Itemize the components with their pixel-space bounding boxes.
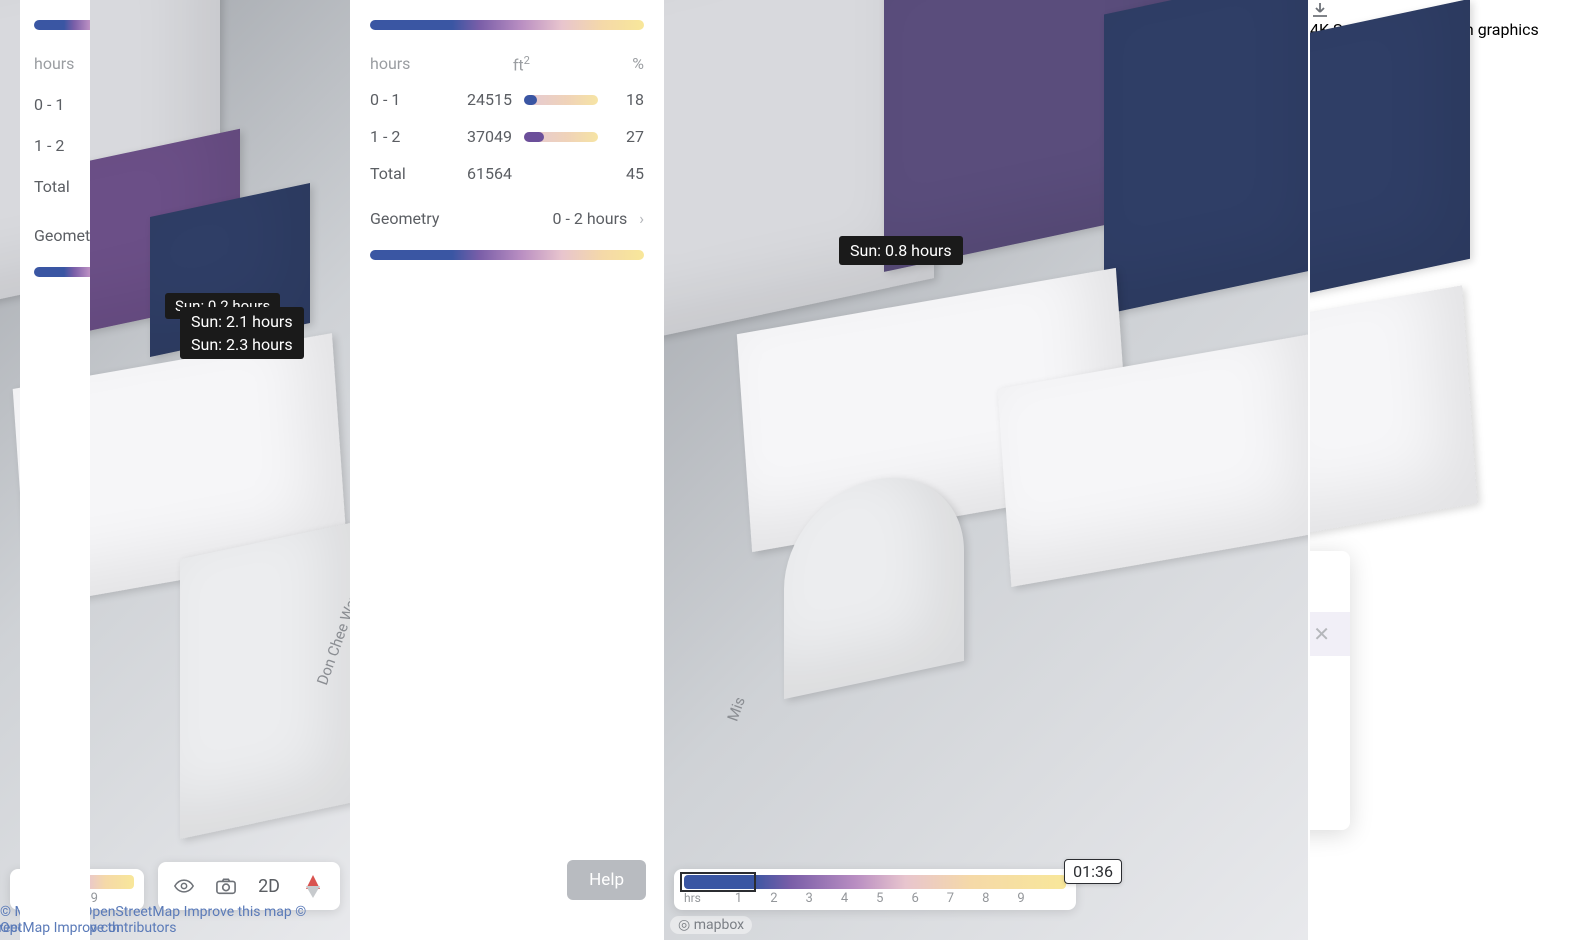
row-pct: 18 xyxy=(610,90,644,109)
time-chip: 01:36 xyxy=(1064,859,1122,884)
tick: 7 xyxy=(947,891,954,906)
help-button[interactable]: Help xyxy=(567,860,646,900)
mapbox-logo[interactable]: ◎ mapbox xyxy=(670,916,752,934)
tick: 4 xyxy=(841,891,848,906)
stats-panel: hours ft2 % 0 - 1 24515 18 1 - 2 37049 2… xyxy=(350,0,664,940)
stats-row: 1 - 2 37049 27 xyxy=(370,127,644,146)
eye-icon[interactable] xyxy=(174,876,194,896)
sun-tooltip: Sun: 0.8 hours xyxy=(839,236,963,265)
popover-title: Camera position xyxy=(1308,573,1350,612)
geometry-label: Geometry xyxy=(370,209,439,228)
stats-headers: hours ft2 % xyxy=(370,54,644,74)
sun-tooltip: Sun: 2.3 hours xyxy=(180,330,304,359)
tick: 1 xyxy=(735,891,742,906)
geometry-range: 0 - 2 hours xyxy=(553,209,628,228)
hours-scale-right[interactable]: hrs 1 2 3 4 5 6 7 8 9 01:36 xyxy=(674,869,1076,910)
col-ft: ft2 xyxy=(513,54,530,74)
row-bar xyxy=(524,95,598,105)
camera-position-popover: Camera position Top view ✕ Angle 1 xyxy=(1308,551,1350,830)
row-ft: 24515 xyxy=(442,90,512,109)
col-hours: hours xyxy=(34,54,90,73)
bottombar-far: 2D xyxy=(0,862,60,910)
camera-icon[interactable] xyxy=(216,876,236,896)
row-pct: 27 xyxy=(610,127,644,146)
stats-row: 0 - 1 24515 18 xyxy=(370,90,644,109)
save-camera-position[interactable]: Save camera position xyxy=(1308,700,1350,744)
attr-improve[interactable]: Improve th xyxy=(54,920,120,936)
total-pct: 45 xyxy=(610,164,644,183)
row-hours: 0 - 1 xyxy=(370,90,430,109)
gradient-scale-top xyxy=(370,20,644,30)
total-label: Total xyxy=(34,177,90,196)
camera-angle-1[interactable]: Angle 1 xyxy=(1308,656,1350,700)
close-icon[interactable]: ✕ xyxy=(1313,622,1330,646)
col-hours: hours xyxy=(370,54,410,74)
total-label: Total xyxy=(370,164,430,183)
mode-2d-toggle[interactable]: 2D xyxy=(258,876,280,897)
row-ft: 37049 xyxy=(442,127,512,146)
view-tools-left: 2D xyxy=(158,862,340,910)
row-bar xyxy=(524,132,598,142)
gradient-scale-partial xyxy=(34,20,90,30)
geometry-row[interactable]: Geometry 0 - 2 hours › xyxy=(370,209,644,228)
tick: 5 xyxy=(876,891,883,906)
compass-icon[interactable] xyxy=(302,875,324,897)
col-pct: % xyxy=(632,54,644,74)
viewport-far-right[interactable]: Sun: 0.2 hours Sun: 2.2 hours Sun: 2.5 h… xyxy=(1308,0,1574,940)
download-icon xyxy=(1310,0,1330,20)
tick: 6 xyxy=(911,891,918,906)
range-handle[interactable] xyxy=(680,872,756,892)
tick: 8 xyxy=(982,891,989,906)
stats-total: Total 61564 45 xyxy=(370,164,644,183)
tick: 2 xyxy=(770,891,777,906)
attr-improve[interactable]: Improve this map xyxy=(184,904,292,920)
screen-capture-4k[interactable]: 4K Screen capture xyxy=(1308,766,1350,810)
stats-panel-partial: hours 0 - 1 1 - 2 Total Geometry xyxy=(20,0,90,940)
hrs-label: hrs xyxy=(684,891,701,906)
row-hours: 1 - 2 xyxy=(34,136,90,155)
row-hours: 1 - 2 xyxy=(370,127,430,146)
tick: 3 xyxy=(806,891,813,906)
chevron-right-icon: › xyxy=(631,209,644,228)
camera-top-view[interactable]: Top view ✕ xyxy=(1308,612,1350,656)
street-label-partial: Mis xyxy=(724,694,749,723)
attr-osm[interactable]: © OpenStreetMap xyxy=(0,920,50,936)
map-attribution: © Mapbox © OpenStreetMap Improve th xyxy=(0,920,120,936)
gradient-scale-partial xyxy=(34,267,90,277)
row-hours: 0 - 1 xyxy=(34,95,90,114)
gradient-scale-bottom xyxy=(370,250,644,260)
total-ft: 61564 xyxy=(442,164,512,183)
viewport-right[interactable]: Mis Sun: 0.8 hours ◎ mapbox hrs 1 2 3 4 … xyxy=(664,0,1308,940)
bottombar-right: hrs 1 2 3 4 5 6 7 8 9 01:36 xyxy=(664,869,1308,910)
geometry-label: Geometry xyxy=(34,226,90,245)
tick: 9 xyxy=(1017,891,1024,906)
